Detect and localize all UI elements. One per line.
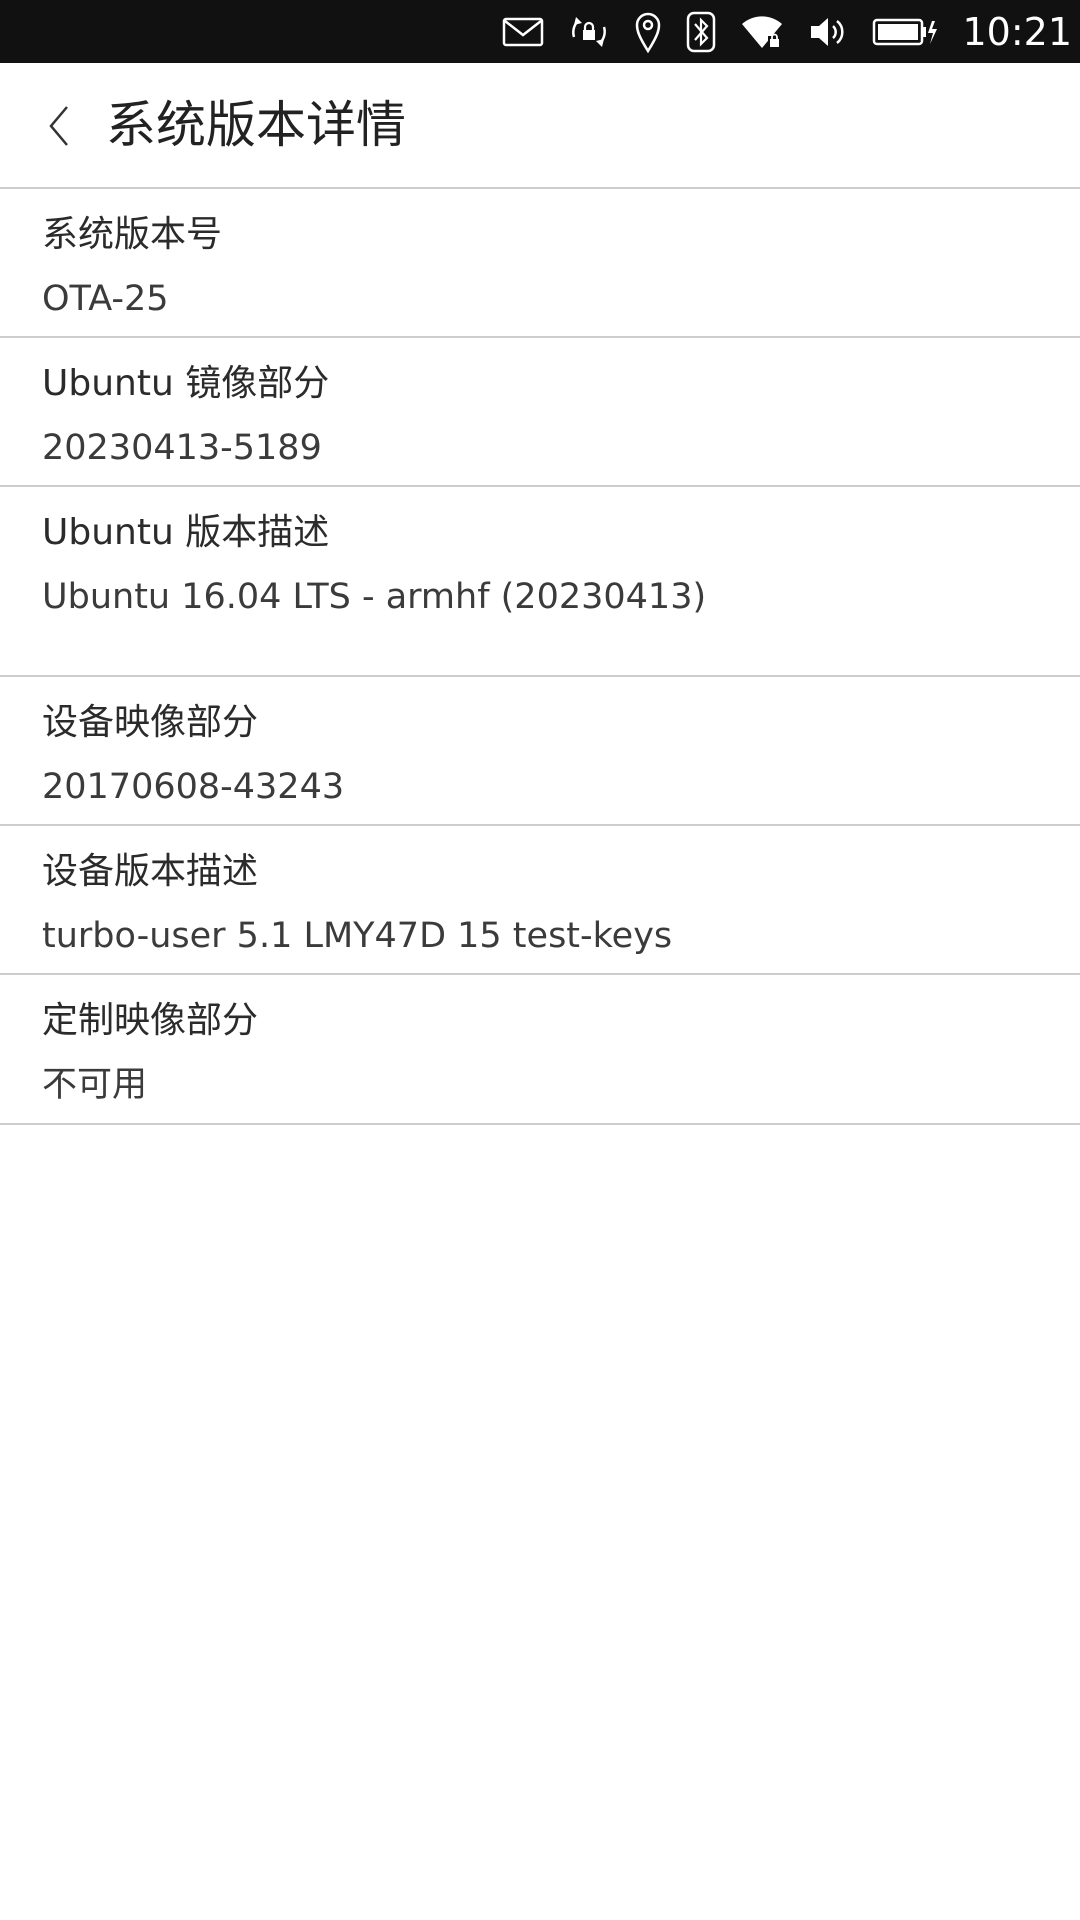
item-value: OTA-25 bbox=[42, 279, 169, 319]
location-icon[interactable] bbox=[634, 0, 662, 63]
item-value: 20170608-43243 bbox=[42, 767, 345, 807]
page-header: 系统版本详情 bbox=[0, 63, 1080, 189]
item-label: Ubuntu 镜像部分 bbox=[42, 363, 330, 404]
item-label: 系统版本号 bbox=[42, 214, 223, 255]
bluetooth-icon[interactable] bbox=[686, 0, 716, 63]
item-label: 设备版本描述 bbox=[42, 851, 259, 892]
rotation-lock-icon[interactable] bbox=[568, 0, 610, 63]
item-label: 定制映像部分 bbox=[42, 1000, 259, 1041]
back-button[interactable] bbox=[30, 93, 90, 159]
list-item-custom-image: 定制映像部分 不可用 bbox=[0, 975, 1080, 1125]
list-item-ubuntu-image: Ubuntu 镜像部分 20230413-5189 bbox=[0, 338, 1080, 487]
status-bar: 10:21 bbox=[0, 0, 1080, 63]
item-value: 不可用 bbox=[42, 1065, 148, 1105]
page-title: 系统版本详情 bbox=[106, 96, 406, 154]
status-icons: 10:21 bbox=[502, 0, 1080, 63]
wifi-icon[interactable] bbox=[740, 0, 784, 63]
list-item-device-description: 设备版本描述 turbo-user 5.1 LMY47D 15 test-key… bbox=[0, 826, 1080, 975]
item-label: Ubuntu 版本描述 bbox=[42, 512, 330, 553]
item-value: turbo-user 5.1 LMY47D 15 test-keys bbox=[42, 916, 673, 956]
item-value: Ubuntu 16.04 LTS - armhf (20230413) bbox=[42, 577, 707, 617]
status-time: 10:21 bbox=[962, 9, 1072, 54]
battery-charging-icon[interactable] bbox=[872, 0, 938, 63]
volume-icon[interactable] bbox=[808, 0, 848, 63]
mail-icon[interactable] bbox=[502, 0, 544, 63]
chevron-left-icon bbox=[49, 106, 68, 146]
version-details-list: 系统版本号 OTA-25 Ubuntu 镜像部分 20230413-5189 U… bbox=[0, 189, 1080, 1125]
item-label: 设备映像部分 bbox=[42, 702, 259, 743]
list-item-system-version: 系统版本号 OTA-25 bbox=[0, 189, 1080, 338]
list-item-ubuntu-description: Ubuntu 版本描述 Ubuntu 16.04 LTS - armhf (20… bbox=[0, 487, 1080, 677]
list-item-device-image: 设备映像部分 20170608-43243 bbox=[0, 677, 1080, 826]
item-value: 20230413-5189 bbox=[42, 428, 322, 468]
